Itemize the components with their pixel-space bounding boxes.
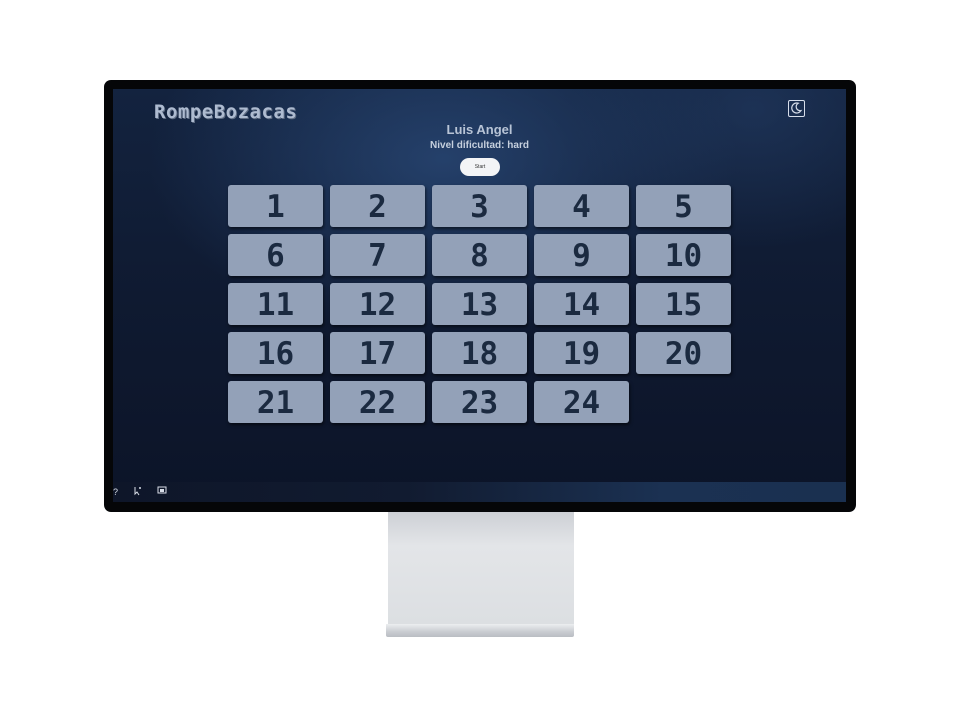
- puzzle-tile[interactable]: 18: [432, 332, 527, 374]
- puzzle-tile[interactable]: 14: [534, 283, 629, 325]
- puzzle-tile[interactable]: 22: [330, 381, 425, 423]
- puzzle-tile[interactable]: 7: [330, 234, 425, 276]
- puzzle-tile[interactable]: 2: [330, 185, 425, 227]
- puzzle-tile[interactable]: 19: [534, 332, 629, 374]
- app-screen: RompeBozacas Luis Angel Nivel dificultad…: [113, 89, 846, 502]
- difficulty-label: Nivel dificultad: hard: [430, 140, 529, 151]
- app-logo: RompeBozacas: [154, 101, 298, 123]
- puzzle-tile[interactable]: 20: [636, 332, 731, 374]
- taskbar: ?: [113, 482, 846, 502]
- puzzle-tile[interactable]: 13: [432, 283, 527, 325]
- help-icon[interactable]: ?: [113, 485, 118, 499]
- puzzle-tile[interactable]: 17: [330, 332, 425, 374]
- player-name: Luis Angel: [446, 122, 513, 137]
- puzzle-tile[interactable]: 10: [636, 234, 731, 276]
- puzzle-board: 1 2 3 4 5 6 7 8 9 10 11 12 13 14 15 16 17 18 19 20 21 22 23 24: [228, 185, 738, 425]
- start-button[interactable]: Start: [460, 158, 500, 176]
- puzzle-tile[interactable]: 23: [432, 381, 527, 423]
- theme-toggle-button[interactable]: [788, 100, 805, 117]
- monitor: RompeBozacas Luis Angel Nivel dificultad…: [104, 80, 856, 512]
- puzzle-tile[interactable]: 8: [432, 234, 527, 276]
- puzzle-tile[interactable]: 15: [636, 283, 731, 325]
- puzzle-tile[interactable]: 1: [228, 185, 323, 227]
- puzzle-tile[interactable]: 3: [432, 185, 527, 227]
- puzzle-tile[interactable]: 6: [228, 234, 323, 276]
- window-icon[interactable]: [157, 485, 167, 499]
- moon-icon: [791, 102, 803, 114]
- monitor-stand: [388, 512, 574, 624]
- monitor-stand-base: [386, 624, 574, 637]
- puzzle-tile[interactable]: 11: [228, 283, 323, 325]
- puzzle-tile[interactable]: 16: [228, 332, 323, 374]
- puzzle-tile[interactable]: 24: [534, 381, 629, 423]
- puzzle-tile[interactable]: 4: [534, 185, 629, 227]
- puzzle-tile[interactable]: 21: [228, 381, 323, 423]
- puzzle-tile[interactable]: 12: [330, 283, 425, 325]
- puzzle-tile[interactable]: 5: [636, 185, 731, 227]
- puzzle-tile[interactable]: 9: [534, 234, 629, 276]
- pointer-icon[interactable]: [131, 485, 143, 499]
